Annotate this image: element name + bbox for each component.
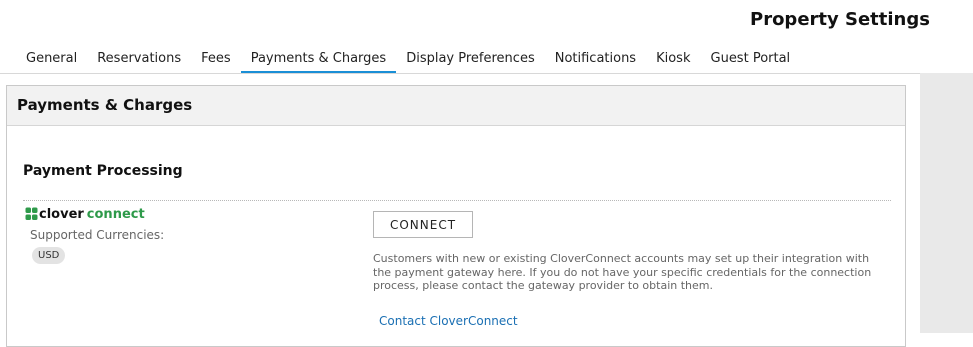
supported-currencies-label: Supported Currencies: bbox=[30, 228, 165, 242]
currency-badge: USD bbox=[32, 247, 66, 264]
section-title: Payment Processing bbox=[23, 163, 183, 179]
tab-general[interactable]: General bbox=[16, 44, 87, 74]
tab-guest-portal[interactable]: Guest Portal bbox=[701, 44, 801, 74]
section-divider bbox=[23, 200, 891, 201]
connect-description: Customers with new or existing CloverCon… bbox=[373, 252, 872, 292]
contact-cloverconnect-link[interactable]: Contact CloverConnect bbox=[379, 314, 518, 328]
side-strip bbox=[920, 73, 973, 333]
panel-title: Payments & Charges bbox=[7, 86, 905, 126]
tab-reservations[interactable]: Reservations bbox=[87, 44, 191, 74]
tab-display-preferences[interactable]: Display Preferences bbox=[396, 44, 545, 74]
settings-tabs: General Reservations Fees Payments & Cha… bbox=[16, 44, 800, 74]
clover-connect-logo: clover connect bbox=[25, 205, 145, 223]
tab-fees[interactable]: Fees bbox=[191, 44, 241, 74]
logo-word-connect: connect bbox=[86, 206, 145, 222]
tab-payments-charges[interactable]: Payments & Charges bbox=[240, 44, 397, 74]
tab-kiosk[interactable]: Kiosk bbox=[646, 44, 700, 74]
tab-notifications[interactable]: Notifications bbox=[545, 44, 646, 74]
tabs-divider bbox=[0, 73, 920, 74]
page-title: Property Settings bbox=[750, 9, 930, 30]
payments-charges-panel: Payments & Charges Payment Processing cl… bbox=[6, 85, 906, 347]
logo-word-clover: clover bbox=[39, 206, 84, 222]
clover-leaf-icon bbox=[25, 207, 38, 220]
connect-button[interactable]: CONNECT bbox=[373, 211, 473, 238]
